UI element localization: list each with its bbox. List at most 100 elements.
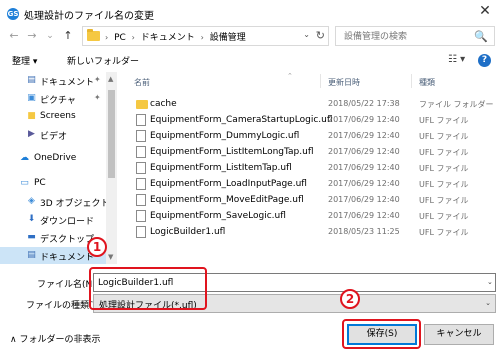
refresh-icon[interactable]: ↻ bbox=[316, 29, 325, 42]
file-row[interactable]: EquipmentForm_DummyLogic.ufl 2017/06/29 … bbox=[117, 128, 502, 144]
highlight-box-save bbox=[342, 319, 421, 349]
breadcrumb: › PC › ドキュメント › 設備管理 bbox=[105, 33, 246, 43]
nav-item-label: ビデオ bbox=[40, 132, 68, 142]
file-row[interactable]: EquipmentForm_CameraStartupLogic.ufl 201… bbox=[117, 112, 502, 128]
file-type: UFL ファイル bbox=[419, 132, 469, 141]
file-row[interactable]: EquipmentForm_ListItemTap.ufl 2017/06/29… bbox=[117, 160, 502, 176]
nav-item-3d-objects[interactable]: ◈ 3D オブジェクト bbox=[0, 193, 110, 211]
file-date: 2017/06/29 12:40 bbox=[328, 179, 400, 188]
file-icon bbox=[136, 210, 146, 222]
hide-folders-button[interactable]: ∧ フォルダーの非表示 bbox=[10, 332, 100, 345]
column-date[interactable]: 更新日時 bbox=[328, 77, 360, 88]
file-name: EquipmentForm_CameraStartupLogic.ufl bbox=[150, 115, 333, 125]
scroll-up-icon[interactable]: ▲ bbox=[108, 75, 113, 83]
up-arrow-icon[interactable]: ↑ bbox=[60, 27, 76, 45]
scrollbar-thumb[interactable] bbox=[108, 90, 115, 178]
file-name: cache bbox=[150, 99, 177, 109]
file-name: EquipmentForm_LoadInputPage.ufl bbox=[150, 179, 307, 189]
file-list: ⌃ 名前 更新日時 種類 cache 2018/05/22 17:38 ファイル… bbox=[117, 72, 502, 264]
column-divider[interactable] bbox=[320, 74, 321, 88]
nav-item-screens[interactable]: ■ Screens bbox=[0, 108, 106, 126]
view-options-icon[interactable]: ☷ ▾ bbox=[448, 54, 465, 65]
folder-icon bbox=[136, 100, 148, 109]
nav-item-documents-quick[interactable]: ▤ ドキュメント ✦ bbox=[0, 72, 106, 90]
search-input[interactable] bbox=[344, 30, 474, 43]
file-row[interactable]: cache 2018/05/22 17:38 ファイル フォルダー bbox=[117, 96, 502, 112]
column-name[interactable]: 名前 bbox=[134, 77, 150, 88]
nav-item-pictures[interactable]: ▣ ピクチャ ✦ bbox=[0, 90, 106, 108]
file-name: LogicBuilder1.ufl bbox=[150, 227, 226, 237]
file-list-header: ⌃ 名前 更新日時 種類 bbox=[117, 72, 502, 90]
new-folder-button[interactable]: 新しいフォルダー bbox=[67, 54, 139, 67]
file-icon bbox=[136, 162, 146, 174]
documents-icon: ▤ bbox=[27, 75, 36, 85]
file-icon bbox=[136, 178, 146, 190]
nav-item-downloads[interactable]: ⬇ ダウンロード bbox=[0, 211, 106, 229]
file-icon bbox=[136, 146, 146, 158]
3d-objects-icon: ◈ bbox=[28, 196, 35, 206]
nav-item-label: ピクチャ bbox=[40, 96, 76, 106]
file-date: 2018/05/23 11:25 bbox=[328, 227, 400, 236]
nav-item-pc[interactable]: ▭ PC bbox=[0, 175, 106, 193]
annotation-marker-2: 2 bbox=[340, 289, 360, 309]
filetype-dropdown-icon[interactable]: ⌄ bbox=[485, 299, 491, 307]
filename-dropdown-icon[interactable]: ⌄ bbox=[487, 278, 493, 286]
scroll-down-icon[interactable]: ▼ bbox=[108, 253, 113, 261]
nav-item-onedrive[interactable]: ☁ OneDrive bbox=[0, 150, 106, 168]
close-button[interactable]: ✕ bbox=[468, 0, 502, 22]
address-row: ← → ⌄ ↑ › PC › ドキュメント › 設備管理 ⌄ ↻ 🔍 bbox=[0, 24, 502, 48]
file-row[interactable]: EquipmentForm_SaveLogic.ufl 2017/06/29 1… bbox=[117, 208, 502, 224]
address-bar[interactable]: › PC › ドキュメント › 設備管理 ⌄ ↻ bbox=[82, 26, 329, 46]
videos-icon: ▶ bbox=[28, 129, 35, 139]
file-date: 2017/06/29 12:40 bbox=[328, 131, 400, 140]
downloads-icon: ⬇ bbox=[27, 214, 36, 224]
file-icon bbox=[136, 194, 146, 206]
pc-icon: ▭ bbox=[20, 178, 29, 188]
file-date: 2017/06/29 12:40 bbox=[328, 147, 400, 156]
breadcrumb-equipment[interactable]: 設備管理 bbox=[210, 33, 246, 43]
file-row[interactable]: EquipmentForm_ListItemLongTap.ufl 2017/0… bbox=[117, 144, 502, 160]
file-type: UFL ファイル bbox=[419, 148, 469, 157]
file-icon bbox=[136, 114, 146, 126]
command-bar: 整理 ▾ 新しいフォルダー ☷ ▾ ? bbox=[0, 50, 502, 72]
recent-locations-chevron-icon[interactable]: ⌄ bbox=[42, 27, 58, 45]
file-row[interactable]: LogicBuilder1.ufl 2018/05/23 11:25 UFL フ… bbox=[117, 224, 502, 240]
breadcrumb-documents[interactable]: ドキュメント bbox=[141, 33, 195, 43]
file-date: 2017/06/29 12:40 bbox=[328, 195, 400, 204]
help-icon[interactable]: ? bbox=[478, 54, 491, 67]
search-icon[interactable]: 🔍 bbox=[474, 30, 488, 43]
nav-item-label: ドキュメント bbox=[40, 78, 95, 88]
nav-scrollbar[interactable]: ▲ ▼ bbox=[106, 72, 117, 264]
column-type[interactable]: 種類 bbox=[419, 77, 435, 88]
column-divider[interactable] bbox=[411, 74, 412, 88]
filename-row: ファイル名(N): ⌄ bbox=[0, 272, 502, 294]
file-row[interactable]: EquipmentForm_LoadInputPage.ufl 2017/06/… bbox=[117, 176, 502, 192]
nav-item-label: PC bbox=[34, 178, 46, 188]
highlight-box-filename bbox=[89, 267, 207, 310]
cancel-button[interactable]: キャンセル bbox=[424, 324, 494, 345]
back-arrow-icon[interactable]: ← bbox=[6, 27, 22, 45]
nav-item-videos[interactable]: ▶ ビデオ bbox=[0, 126, 106, 144]
nav-item-label: Screens bbox=[40, 111, 76, 121]
file-date: 2017/06/29 12:40 bbox=[328, 211, 400, 220]
forward-arrow-icon[interactable]: → bbox=[24, 27, 40, 45]
documents-icon: ▤ bbox=[27, 250, 36, 260]
file-type: UFL ファイル bbox=[419, 180, 469, 189]
file-name: EquipmentForm_SaveLogic.ufl bbox=[150, 211, 286, 221]
folder-icon: ■ bbox=[27, 111, 36, 121]
pictures-icon: ▣ bbox=[27, 93, 36, 103]
nav-item-label: 3D オブジェクト bbox=[40, 199, 110, 209]
address-dropdown-icon[interactable]: ⌄ bbox=[303, 30, 310, 39]
file-date: 2017/06/29 12:40 bbox=[328, 115, 400, 124]
pin-icon: ✦ bbox=[94, 75, 101, 84]
nav-item-label: ダウンロード bbox=[40, 217, 95, 227]
organize-button[interactable]: 整理 ▾ bbox=[12, 54, 37, 67]
file-icon bbox=[136, 226, 146, 238]
file-name: EquipmentForm_ListItemTap.ufl bbox=[150, 163, 292, 173]
search-box[interactable]: 🔍 bbox=[335, 26, 495, 46]
file-name: EquipmentForm_ListItemLongTap.ufl bbox=[150, 147, 314, 157]
file-type: ファイル フォルダー bbox=[419, 100, 494, 109]
file-row[interactable]: EquipmentForm_MoveEditPage.ufl 2017/06/2… bbox=[117, 192, 502, 208]
file-name: EquipmentForm_MoveEditPage.ufl bbox=[150, 195, 304, 205]
breadcrumb-pc[interactable]: PC bbox=[114, 33, 126, 43]
